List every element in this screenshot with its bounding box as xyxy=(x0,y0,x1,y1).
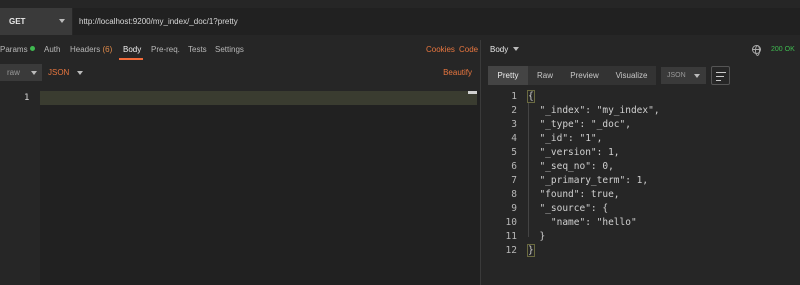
status-badge[interactable]: 200 OK xyxy=(771,46,795,53)
tab-auth[interactable]: Auth xyxy=(44,45,60,54)
response-body-viewer[interactable]: 1{ 2 "_index": "my_index", 3 "_type": "_… xyxy=(481,89,800,285)
line-text: "_type": "_doc", xyxy=(528,119,631,130)
line-number: 10 xyxy=(505,217,517,228)
line-text: "_source": { xyxy=(528,203,609,214)
line-text: "_version": 1, xyxy=(528,147,620,158)
line-text: "_primary_term": 1, xyxy=(528,175,649,186)
code-line: 3 "_type": "_doc", xyxy=(481,119,800,133)
chevron-down-icon xyxy=(77,70,84,75)
line-number: 11 xyxy=(505,231,517,242)
line-text: "_index": "my_index", xyxy=(528,105,660,116)
chevron-down-icon xyxy=(694,74,700,78)
chevron-down-icon xyxy=(31,71,37,75)
wrap-icon-line xyxy=(716,76,724,77)
tab-preview[interactable]: Preview xyxy=(562,66,607,85)
code-line: 9 "_source": { xyxy=(481,203,800,217)
wrap-icon-line xyxy=(716,72,726,73)
line-number: 5 xyxy=(511,147,517,158)
tab-pretty[interactable]: Pretty xyxy=(488,66,528,85)
chevron-down-icon xyxy=(59,19,65,23)
cookies-link[interactable]: Cookies xyxy=(426,45,455,54)
line-text: "_id": "1", xyxy=(528,133,603,144)
line-text: { xyxy=(527,90,535,103)
code-line: 5 "_version": 1, xyxy=(481,147,800,161)
editor-active-line[interactable] xyxy=(40,91,477,105)
method-select[interactable]: GET xyxy=(0,8,72,35)
request-body-editor[interactable]: 1 xyxy=(0,91,480,285)
method-label: GET xyxy=(9,17,26,26)
response-view-tabs: Pretty Raw Preview Visualize xyxy=(488,66,656,85)
code-link[interactable]: Code xyxy=(459,45,478,54)
line-text: } xyxy=(527,244,535,257)
line-number: 9 xyxy=(511,203,517,214)
editor-scrollbar[interactable] xyxy=(468,91,477,94)
code-line: 2 "_index": "my_index", xyxy=(481,105,800,119)
tab-raw[interactable]: Raw xyxy=(528,66,562,85)
line-number: 4 xyxy=(511,133,517,144)
wrap-icon-line xyxy=(716,80,721,81)
code-line: 8 "found": true, xyxy=(481,189,800,203)
code-line: 11 } xyxy=(481,231,800,245)
line-number: 2 xyxy=(511,105,517,116)
chevron-down-icon xyxy=(513,47,520,51)
body-mode-select[interactable]: raw xyxy=(0,64,42,81)
body-mode-label: raw xyxy=(7,68,20,77)
tab-settings[interactable]: Settings xyxy=(215,45,244,54)
url-input[interactable]: http://localhost:9200/my_index/_doc/1?pr… xyxy=(73,8,800,35)
active-tab-indicator xyxy=(119,58,143,60)
tab-headers[interactable]: Headers (6) xyxy=(70,45,112,54)
tab-tests[interactable]: Tests xyxy=(188,45,207,54)
headers-count: (6) xyxy=(102,45,113,54)
response-body-label: Body xyxy=(490,45,509,54)
params-indicator-dot xyxy=(29,46,35,51)
response-format-label: JSON xyxy=(667,72,686,79)
code-line: 4 "_id": "1", xyxy=(481,133,800,147)
url-bar: GET http://localhost:9200/my_index/_doc/… xyxy=(0,8,800,35)
beautify-link[interactable]: Beautify xyxy=(443,68,472,77)
wrap-lines-button[interactable] xyxy=(711,66,730,85)
tab-params[interactable]: Params xyxy=(0,45,35,54)
line-text: "name": "hello" xyxy=(528,217,637,228)
editor-gutter: 1 xyxy=(0,91,40,285)
line-number: 8 xyxy=(511,189,517,200)
code-line: 10 "name": "hello" xyxy=(481,217,800,231)
tab-visualize[interactable]: Visualize xyxy=(607,66,656,85)
response-format-select[interactable]: JSON xyxy=(661,67,706,84)
body-language-label: JSON xyxy=(48,68,70,77)
code-line: 6 "_seq_no": 0, xyxy=(481,161,800,175)
line-number: 3 xyxy=(511,119,517,130)
code-line: 7 "_primary_term": 1, xyxy=(481,175,800,189)
tab-body[interactable]: Body xyxy=(123,45,141,54)
tab-params-label: Params xyxy=(0,45,28,54)
response-body-select[interactable]: Body xyxy=(490,45,520,54)
line-number: 12 xyxy=(505,245,517,256)
line-text: "_seq_no": 0, xyxy=(528,161,614,172)
globe-icon[interactable] xyxy=(752,45,761,56)
tab-prereq[interactable]: Pre-req. xyxy=(151,45,180,54)
line-text: } xyxy=(528,231,546,242)
code-line: 1{ xyxy=(481,90,800,105)
tab-headers-label: Headers xyxy=(70,45,101,54)
line-number: 1 xyxy=(511,91,517,102)
request-tabs: Params Auth Headers (6) Body Pre-req. Te… xyxy=(0,42,480,60)
body-language-select[interactable]: JSON xyxy=(48,64,84,81)
code-line: 12} xyxy=(481,244,800,259)
line-number: 6 xyxy=(511,161,517,172)
line-text: "found": true, xyxy=(528,189,620,200)
url-text: http://localhost:9200/my_index/_doc/1?pr… xyxy=(79,17,238,26)
line-number: 7 xyxy=(511,175,517,186)
editor-line-number: 1 xyxy=(24,93,30,103)
